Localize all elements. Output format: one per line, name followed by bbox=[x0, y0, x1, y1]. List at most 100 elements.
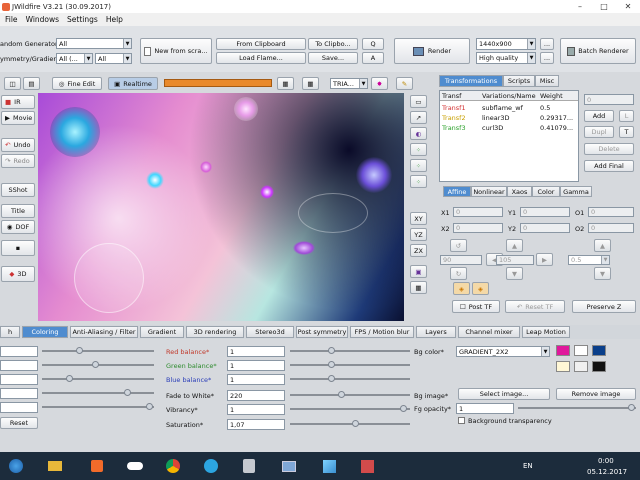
render-button[interactable]: Render bbox=[394, 38, 470, 64]
maximize-button[interactable]: □ bbox=[592, 0, 616, 13]
new-from-scratch-button[interactable]: New from scra... bbox=[140, 38, 212, 64]
quality-more-button[interactable]: ... bbox=[540, 52, 554, 64]
bg-color-swatch-2[interactable] bbox=[574, 345, 588, 356]
resolution-more-button[interactable]: ... bbox=[540, 38, 554, 50]
delete-button[interactable]: Delete bbox=[584, 143, 634, 155]
tab-anti-aliasing[interactable]: Anti-Aliasing / Filter bbox=[70, 326, 138, 338]
o1-field[interactable]: 0 bbox=[588, 207, 634, 217]
color-icon[interactable]: ✸ bbox=[371, 77, 388, 90]
3d-button[interactable]: ◆ 3D bbox=[1, 266, 35, 282]
scale-amount-select[interactable]: 0.5 ▼ bbox=[568, 255, 610, 265]
title-button[interactable]: Title bbox=[1, 204, 35, 218]
o2-field[interactable]: 0 bbox=[588, 223, 634, 233]
view-icon-6[interactable]: ⁘ bbox=[410, 175, 427, 188]
table-row[interactable]: Transf1 subflame_wf 0.5 bbox=[440, 103, 578, 112]
dof-button[interactable]: ◉ DOF bbox=[1, 220, 35, 234]
blue-balance-slider[interactable] bbox=[290, 375, 410, 382]
chrome-icon[interactable] bbox=[160, 455, 186, 477]
windows-logo-icon[interactable] bbox=[3, 455, 29, 477]
sshot-button[interactable]: SShot bbox=[1, 183, 35, 197]
batch-renderer-button[interactable]: Batch Renderer bbox=[560, 38, 636, 64]
eyes-app-icon[interactable] bbox=[122, 455, 148, 477]
t-button[interactable]: T bbox=[619, 126, 634, 138]
y2-field[interactable]: 0 bbox=[520, 223, 570, 233]
java-icon[interactable] bbox=[236, 455, 262, 477]
scale-up-icon[interactable]: ▲ bbox=[594, 239, 611, 252]
view-icon-7[interactable]: ▣ bbox=[410, 265, 427, 278]
dupl-button[interactable]: Dupl bbox=[584, 126, 614, 138]
menu-windows[interactable]: Windows bbox=[26, 15, 59, 24]
tab-xaos[interactable]: Xaos bbox=[507, 186, 532, 197]
view-icon-8[interactable]: ▦ bbox=[410, 281, 427, 294]
rotate-left-icon[interactable]: ↺ bbox=[450, 239, 467, 252]
paint-icon[interactable]: ✎ bbox=[396, 77, 413, 90]
l-button[interactable]: L bbox=[619, 110, 634, 122]
gradient-select[interactable]: All ▼ bbox=[95, 53, 132, 64]
menu-file[interactable]: File bbox=[5, 15, 18, 24]
reset-button[interactable]: Reset bbox=[0, 417, 38, 429]
tools-app-icon[interactable] bbox=[354, 455, 380, 477]
yz-button[interactable]: YZ bbox=[410, 228, 427, 241]
tab-color[interactable]: Color bbox=[532, 186, 560, 197]
tab-3d-rendering[interactable]: 3D rendering bbox=[186, 326, 244, 338]
select-image-button[interactable]: Select image... bbox=[458, 388, 550, 400]
tab-affine[interactable]: Affine bbox=[443, 186, 471, 197]
view-icon-2[interactable]: ↗ bbox=[410, 111, 427, 124]
minimize-button[interactable]: – bbox=[568, 0, 592, 13]
move-up-icon[interactable]: ▲ bbox=[506, 239, 523, 252]
edit-mode-icon-1[interactable]: ◫ bbox=[4, 77, 21, 90]
background-transparency-checkbox[interactable] bbox=[458, 417, 465, 424]
left-field-4[interactable] bbox=[0, 388, 38, 399]
move-amount-field[interactable]: 105 bbox=[496, 255, 534, 265]
green-balance-field[interactable]: 1 bbox=[227, 360, 285, 371]
grid-icon[interactable]: ▦ bbox=[277, 77, 294, 90]
random-generator-select[interactable]: All ▼ bbox=[56, 38, 132, 49]
saturation-field[interactable]: 1,07 bbox=[227, 419, 285, 430]
left-field-3[interactable] bbox=[0, 374, 38, 385]
notes-app-icon[interactable] bbox=[316, 455, 342, 477]
fg-opacity-slider[interactable] bbox=[518, 404, 636, 411]
tab-fps-motion-blur[interactable]: FPS / Motion blur bbox=[350, 326, 414, 338]
add-button[interactable]: Add bbox=[584, 110, 614, 122]
tab-gamma[interactable]: Gamma bbox=[560, 186, 592, 197]
language-indicator[interactable]: EN bbox=[523, 462, 533, 470]
tab-nonlinear[interactable]: Nonlinear bbox=[471, 186, 507, 197]
tab-h[interactable]: h bbox=[0, 326, 20, 338]
remove-image-button[interactable]: Remove image bbox=[556, 388, 636, 400]
realtime-toggle[interactable]: ▣ Realtime bbox=[108, 77, 158, 90]
blue-balance-field[interactable]: 1 bbox=[227, 374, 285, 385]
tab-channel-mixer[interactable]: Channel mixer bbox=[458, 326, 520, 338]
move-down-icon[interactable]: ▼ bbox=[506, 267, 523, 280]
left-field-2[interactable] bbox=[0, 360, 38, 371]
movie-button[interactable]: ▶ Movie bbox=[1, 111, 35, 125]
saturation-slider[interactable] bbox=[290, 420, 410, 427]
file-explorer-icon[interactable] bbox=[42, 455, 68, 477]
vibrancy-field[interactable]: 1 bbox=[227, 404, 285, 415]
red-balance-slider[interactable] bbox=[290, 347, 410, 354]
bg-color-swatch-1[interactable] bbox=[556, 345, 570, 356]
fine-edit-button[interactable]: ◎ Fine Edit bbox=[52, 77, 102, 90]
view-icon-5[interactable]: ⁘ bbox=[410, 159, 427, 172]
to-clipboard-button[interactable]: To Clipbo... bbox=[308, 38, 358, 50]
x2-field[interactable]: 0 bbox=[453, 223, 503, 233]
left-slider-5[interactable] bbox=[42, 403, 154, 410]
tab-post-symmetry[interactable]: Post symmetry bbox=[296, 326, 348, 338]
bg-color-swatch-3[interactable] bbox=[592, 345, 606, 356]
tab-gradient[interactable]: Gradient bbox=[140, 326, 184, 338]
preserve-z-button[interactable]: Preserve Z bbox=[572, 300, 636, 313]
menu-help[interactable]: Help bbox=[106, 15, 123, 24]
rotate-right-icon[interactable]: ↻ bbox=[450, 267, 467, 280]
bg-color-swatch-4[interactable] bbox=[556, 361, 570, 372]
tab-leap-motion[interactable]: Leap Motion bbox=[522, 326, 570, 338]
media-player-icon[interactable] bbox=[84, 455, 110, 477]
edit-mode-icon-2[interactable]: ▤ bbox=[23, 77, 40, 90]
scale-down-icon[interactable]: ▼ bbox=[594, 267, 611, 280]
xy-button[interactable]: XY bbox=[410, 212, 427, 225]
telegram-icon[interactable] bbox=[198, 455, 224, 477]
undo-button[interactable]: ↶ Undo bbox=[1, 138, 35, 152]
fade-to-white-slider[interactable] bbox=[290, 391, 410, 398]
post-tf-button[interactable]: ☐ Post TF bbox=[452, 300, 500, 313]
add-final-button[interactable]: Add Final bbox=[584, 160, 634, 172]
mirror-icon-1[interactable]: ◈ bbox=[453, 282, 470, 295]
view-icon-3[interactable]: ◐ bbox=[410, 127, 427, 140]
